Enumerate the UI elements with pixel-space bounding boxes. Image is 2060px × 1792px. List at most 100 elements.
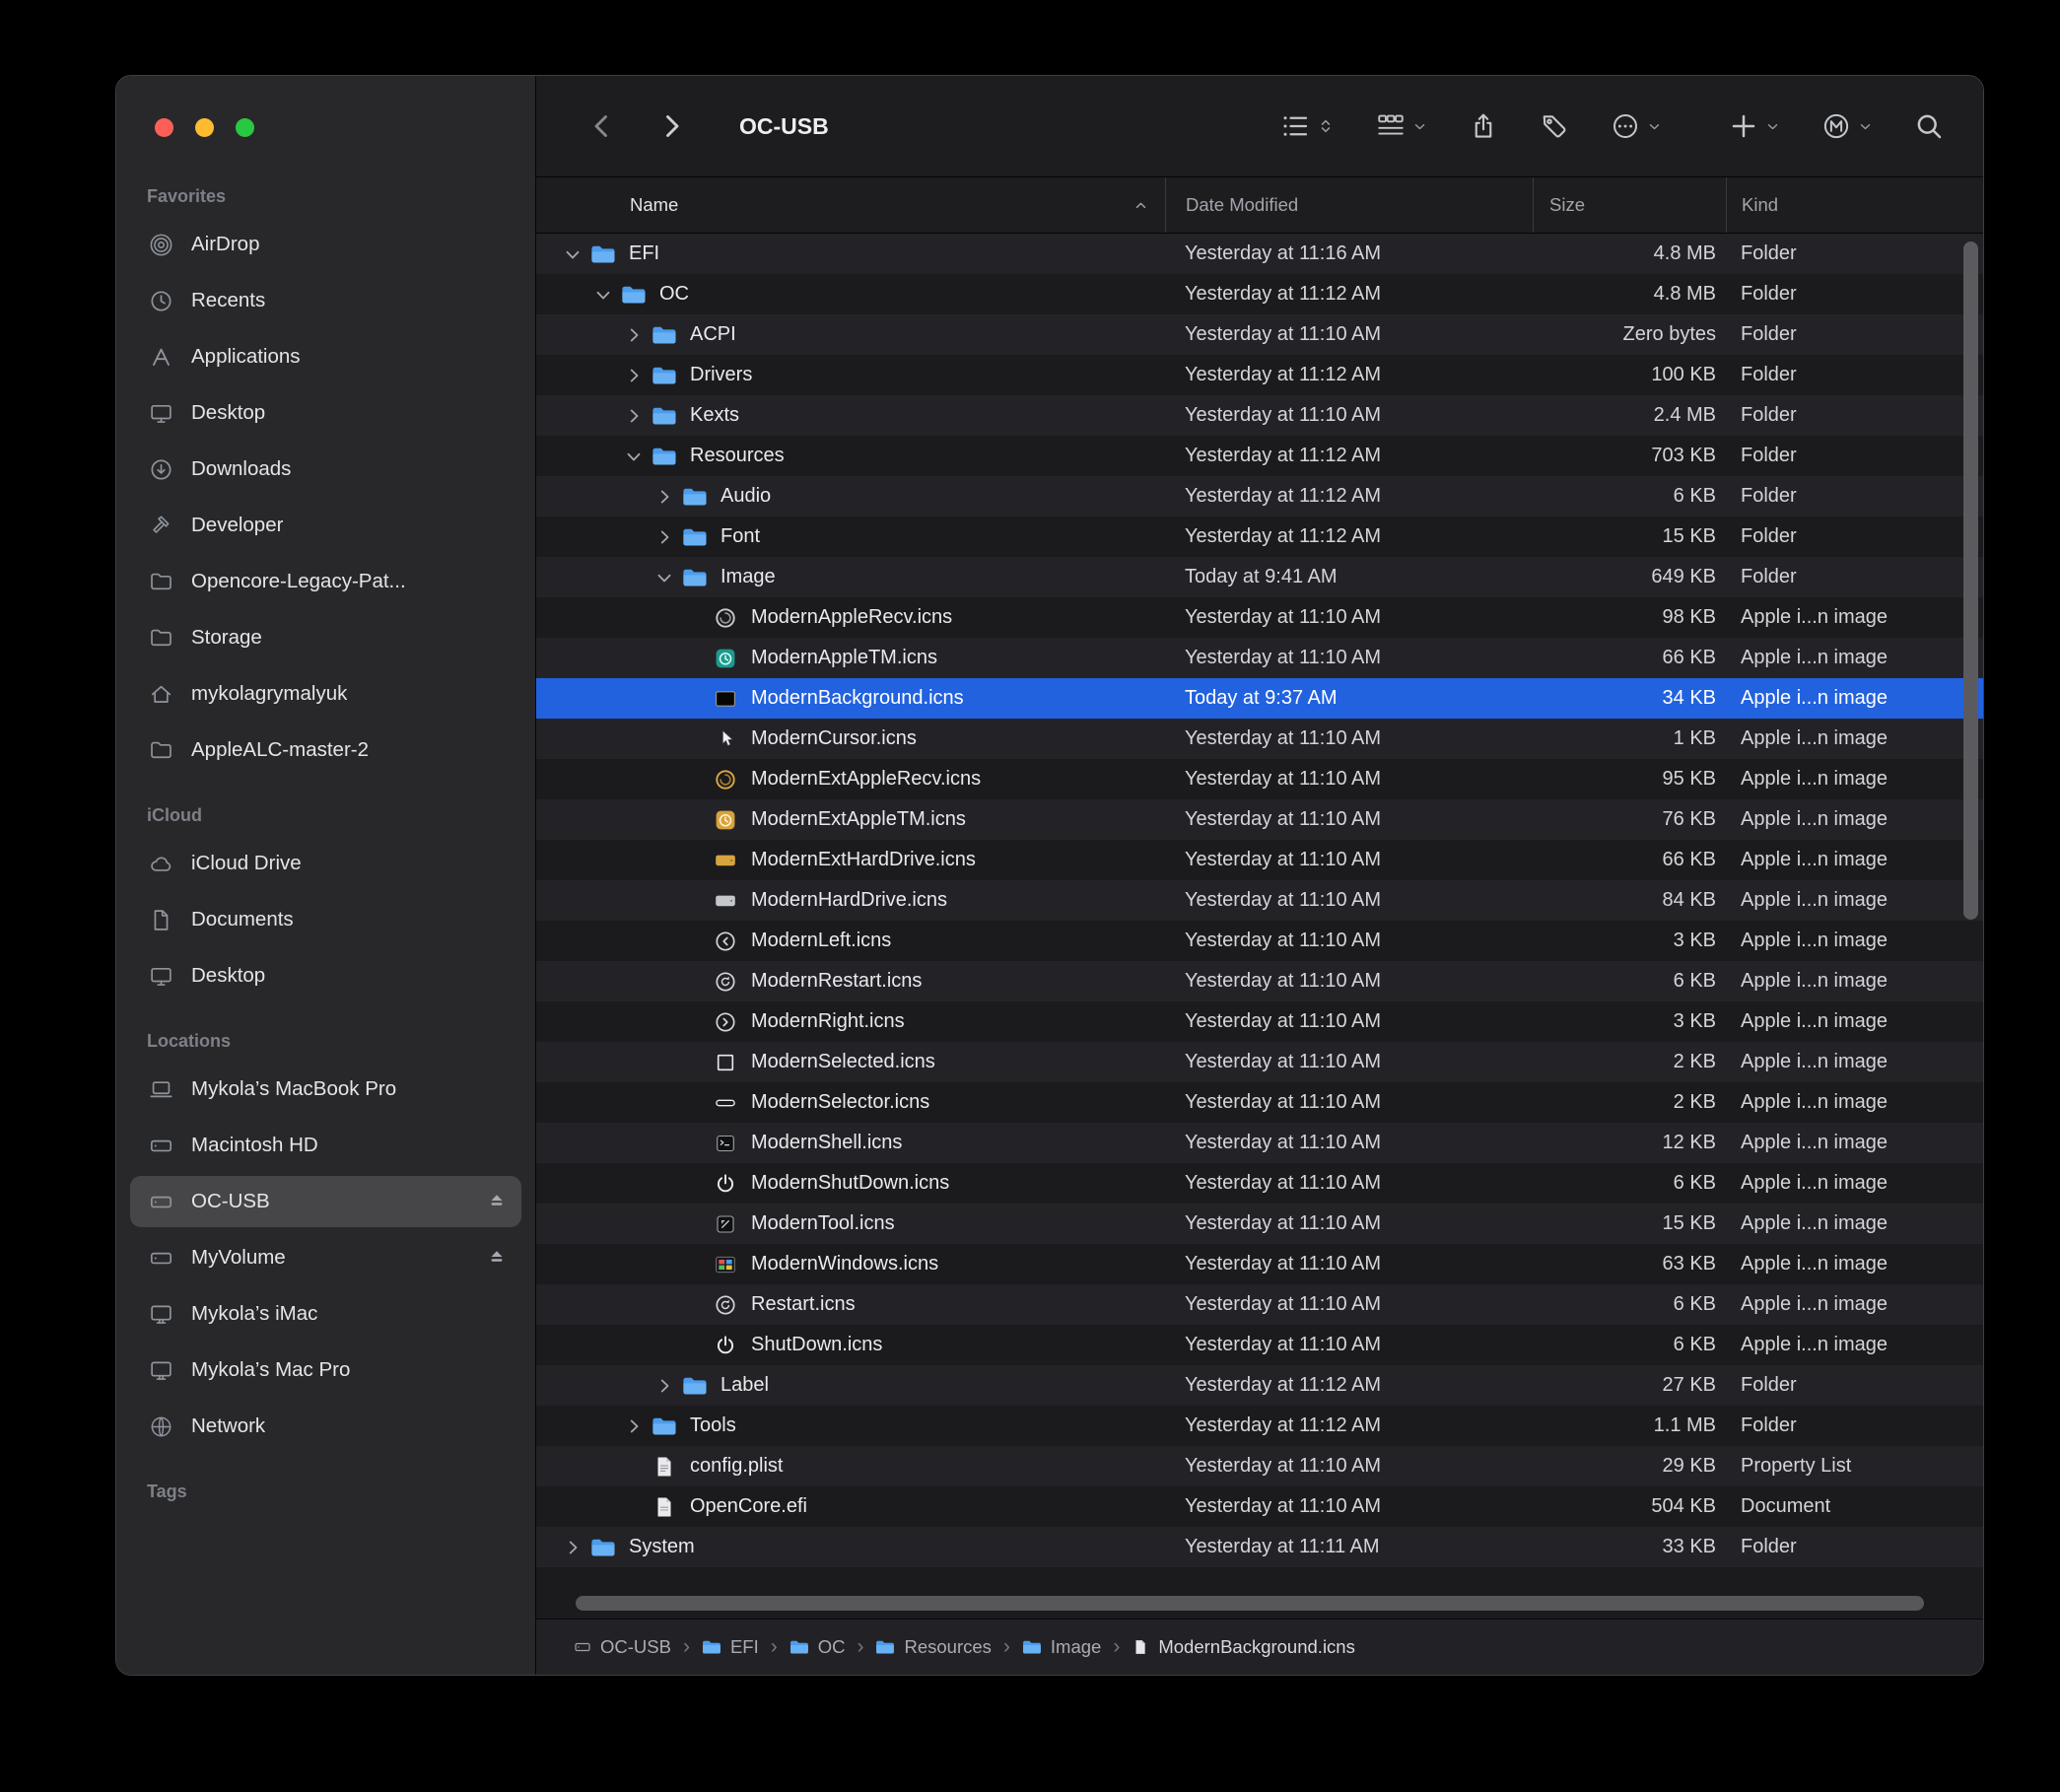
- file-row-audio[interactable]: AudioYesterday at 11:12 AM6 KBFolder: [536, 476, 1983, 517]
- file-row-modernshutdown-icns[interactable]: ModernShutDown.icnsYesterday at 11:10 AM…: [536, 1163, 1983, 1204]
- horizontal-scrollbar[interactable]: [576, 1596, 1924, 1611]
- disclosure-triangle-icon[interactable]: [648, 1376, 680, 1396]
- sidebar-item-desktop[interactable]: Desktop: [130, 950, 521, 1001]
- path-item-resources[interactable]: Resources: [875, 1636, 991, 1658]
- file-row-config-plist[interactable]: config.plistYesterday at 11:10 AM29 KBPr…: [536, 1446, 1983, 1486]
- file-row-modernharddrive-icns[interactable]: ModernHardDrive.icnsYesterday at 11:10 A…: [536, 880, 1983, 921]
- file-row-modernapplerecv-icns[interactable]: ModernAppleRecv.icnsYesterday at 11:10 A…: [536, 597, 1983, 638]
- sidebar-item-documents[interactable]: Documents: [130, 894, 521, 945]
- sidebar-item-opencore-legacy-pat[interactable]: Opencore-Legacy-Pat...: [130, 556, 521, 607]
- harddrive-gold-icon: [711, 849, 740, 872]
- sidebar-item-icloud-drive[interactable]: iCloud Drive: [130, 838, 521, 889]
- sidebar-item-developer[interactable]: Developer: [130, 500, 521, 551]
- size-cell: Zero bytes: [1533, 323, 1726, 346]
- column-header-size[interactable]: Size: [1533, 177, 1726, 233]
- file-row-opencore-efi[interactable]: OpenCore.efiYesterday at 11:10 AM504 KBD…: [536, 1486, 1983, 1527]
- file-row-image[interactable]: ImageToday at 9:41 AM649 KBFolder: [536, 557, 1983, 597]
- path-item-oc[interactable]: OC: [790, 1636, 846, 1658]
- file-row-modernbackground-icns[interactable]: ModernBackground.icnsToday at 9:37 AM34 …: [536, 678, 1983, 719]
- close-button[interactable]: [155, 118, 173, 137]
- more-actions-button[interactable]: [1611, 111, 1662, 141]
- search-button[interactable]: [1914, 111, 1944, 141]
- file-row-modernwindows-icns[interactable]: ModernWindows.icnsYesterday at 11:10 AM6…: [536, 1244, 1983, 1284]
- view-options-button[interactable]: [1280, 111, 1335, 141]
- new-item-button[interactable]: [1729, 111, 1780, 141]
- minimize-button[interactable]: [195, 118, 214, 137]
- path-item-image[interactable]: Image: [1022, 1636, 1101, 1658]
- sidebar-item-applications[interactable]: Applications: [130, 331, 521, 382]
- sidebar-item-storage[interactable]: Storage: [130, 612, 521, 663]
- file-row-modernselector-icns[interactable]: ModernSelector.icnsYesterday at 11:10 AM…: [536, 1082, 1983, 1123]
- sidebar-item-mykola-s-imac[interactable]: Mykola’s iMac: [130, 1288, 521, 1340]
- sidebar-item-mykola-s-macbook-pro[interactable]: Mykola’s MacBook Pro: [130, 1064, 521, 1115]
- file-row-shutdown-icns[interactable]: ShutDown.icnsYesterday at 11:10 AM6 KBAp…: [536, 1325, 1983, 1365]
- file-row-font[interactable]: FontYesterday at 11:12 AM15 KBFolder: [536, 517, 1983, 557]
- disclosure-triangle-icon[interactable]: [648, 568, 680, 587]
- sidebar-item-recents[interactable]: Recents: [130, 275, 521, 326]
- tags-button[interactable]: [1540, 111, 1569, 141]
- sidebar-item-airdrop[interactable]: AirDrop: [130, 219, 521, 270]
- share-button[interactable]: [1469, 111, 1498, 141]
- disclosure-triangle-icon[interactable]: [617, 325, 650, 345]
- file-row-oc[interactable]: OCYesterday at 11:12 AM4.8 MBFolder: [536, 274, 1983, 314]
- file-row-kexts[interactable]: KextsYesterday at 11:10 AM2.4 MBFolder: [536, 395, 1983, 436]
- folder-outline-icon: [146, 570, 175, 594]
- path-item-efi[interactable]: EFI: [702, 1636, 759, 1658]
- disclosure-triangle-icon[interactable]: [617, 447, 650, 466]
- file-row-acpi[interactable]: ACPIYesterday at 11:10 AMZero bytesFolde…: [536, 314, 1983, 355]
- file-row-modernextapplerecv-icns[interactable]: ModernExtAppleRecv.icnsYesterday at 11:1…: [536, 759, 1983, 799]
- disclosure-triangle-icon[interactable]: [648, 487, 680, 507]
- date-modified-cell: Yesterday at 11:10 AM: [1165, 323, 1533, 346]
- disclosure-triangle-icon[interactable]: [617, 1416, 650, 1436]
- account-button[interactable]: [1821, 111, 1873, 141]
- sidebar-item-mykola-s-mac-pro[interactable]: Mykola’s Mac Pro: [130, 1344, 521, 1396]
- sidebar-item-desktop[interactable]: Desktop: [130, 387, 521, 439]
- file-row-moderntool-icns[interactable]: ModernTool.icnsYesterday at 11:10 AM15 K…: [536, 1204, 1983, 1244]
- file-row-efi[interactable]: EFIYesterday at 11:16 AM4.8 MBFolder: [536, 234, 1983, 274]
- kind-cell: Apple i...n image: [1726, 970, 1983, 993]
- file-row-modernappletm-icns[interactable]: ModernAppleTM.icnsYesterday at 11:10 AM6…: [536, 638, 1983, 678]
- sidebar-item-myvolume[interactable]: MyVolume: [130, 1232, 521, 1283]
- column-header-date-modified[interactable]: Date Modified: [1165, 177, 1533, 233]
- file-row-modernleft-icns[interactable]: ModernLeft.icnsYesterday at 11:10 AM3 KB…: [536, 921, 1983, 961]
- zoom-button[interactable]: [236, 118, 254, 137]
- sidebar-item-downloads[interactable]: Downloads: [130, 444, 521, 495]
- vertical-scrollbar[interactable]: [1963, 241, 1978, 920]
- kind-cell: Apple i...n image: [1726, 930, 1983, 952]
- disclosure-triangle-icon[interactable]: [586, 285, 619, 305]
- file-row-restart-icns[interactable]: Restart.icnsYesterday at 11:10 AM6 KBApp…: [536, 1284, 1983, 1325]
- sidebar-item-macintosh-hd[interactable]: Macintosh HD: [130, 1120, 521, 1171]
- date-modified-cell: Yesterday at 11:10 AM: [1165, 606, 1533, 629]
- name-cell: config.plist: [536, 1455, 1165, 1479]
- forward-button[interactable]: [656, 111, 686, 141]
- file-row-drivers[interactable]: DriversYesterday at 11:12 AM100 KBFolder: [536, 355, 1983, 395]
- file-row-modernextappletm-icns[interactable]: ModernExtAppleTM.icnsYesterday at 11:10 …: [536, 799, 1983, 840]
- file-row-resources[interactable]: ResourcesYesterday at 11:12 AM703 KBFold…: [536, 436, 1983, 476]
- disclosure-triangle-icon[interactable]: [556, 244, 588, 264]
- file-row-label[interactable]: LabelYesterday at 11:12 AM27 KBFolder: [536, 1365, 1983, 1406]
- eject-icon[interactable]: [486, 1191, 508, 1212]
- file-row-modernextharddrive-icns[interactable]: ModernExtHardDrive.icnsYesterday at 11:1…: [536, 840, 1983, 880]
- disclosure-triangle-icon[interactable]: [617, 406, 650, 426]
- path-item-oc-usb[interactable]: OC-USB: [574, 1636, 671, 1658]
- sidebar-item-applealc-master-2[interactable]: AppleALC-master-2: [130, 724, 521, 776]
- back-button[interactable]: [587, 111, 617, 141]
- file-row-modernshell-icns[interactable]: ModernShell.icnsYesterday at 11:10 AM12 …: [536, 1123, 1983, 1163]
- file-row-modernright-icns[interactable]: ModernRight.icnsYesterday at 11:10 AM3 K…: [536, 1001, 1983, 1042]
- file-row-modernrestart-icns[interactable]: ModernRestart.icnsYesterday at 11:10 AM6…: [536, 961, 1983, 1001]
- file-row-moderncursor-icns[interactable]: ModernCursor.icnsYesterday at 11:10 AM1 …: [536, 719, 1983, 759]
- column-header-kind[interactable]: Kind: [1726, 177, 1983, 233]
- sidebar-item-network[interactable]: Network: [130, 1401, 521, 1452]
- file-row-modernselected-icns[interactable]: ModernSelected.icnsYesterday at 11:10 AM…: [536, 1042, 1983, 1082]
- group-button[interactable]: [1376, 111, 1427, 141]
- path-item-modernbackground-icns[interactable]: ModernBackground.icns: [1132, 1636, 1355, 1658]
- disclosure-triangle-icon[interactable]: [648, 527, 680, 547]
- sidebar-item-oc-usb[interactable]: OC-USB: [130, 1176, 521, 1227]
- disclosure-triangle-icon[interactable]: [556, 1538, 588, 1557]
- sidebar-item-mykolagrymalyuk[interactable]: mykolagrymalyuk: [130, 668, 521, 720]
- file-row-tools[interactable]: ToolsYesterday at 11:12 AM1.1 MBFolder: [536, 1406, 1983, 1446]
- eject-icon[interactable]: [486, 1247, 508, 1269]
- disclosure-triangle-icon[interactable]: [617, 366, 650, 385]
- file-row-system[interactable]: SystemYesterday at 11:11 AM33 KBFolder: [536, 1527, 1983, 1567]
- column-header-name[interactable]: Name: [536, 177, 1165, 233]
